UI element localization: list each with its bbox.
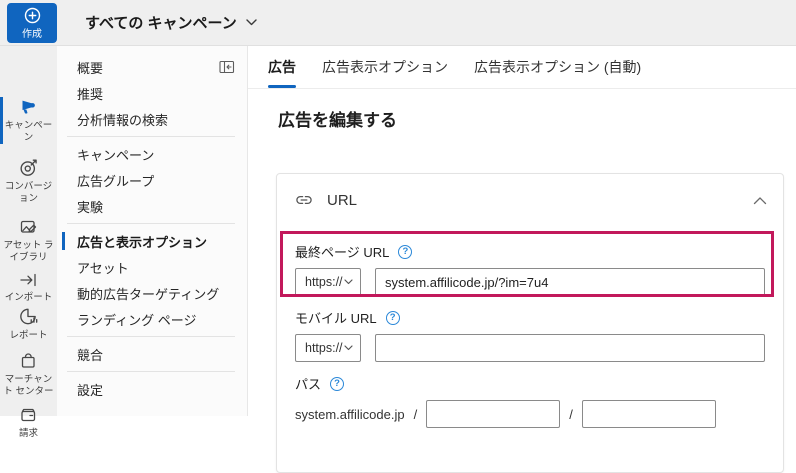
help-icon[interactable]: ?	[385, 310, 400, 325]
protocol-value: https://	[305, 341, 343, 355]
report-chart-icon	[20, 308, 38, 325]
create-button-label: 作成	[22, 28, 42, 40]
nav-item-dynamic-ad-targets[interactable]: 動的広告ターゲティング	[57, 280, 247, 306]
nav-item-recommendations[interactable]: 推奨	[57, 80, 247, 106]
path-separator: /	[413, 406, 418, 422]
nav-item-label: キャンペーン	[77, 147, 155, 163]
campaign-selector-label: すべての キャンペーン	[85, 15, 237, 32]
circle-plus-icon	[24, 7, 40, 23]
rail-item-import[interactable]: インポート	[0, 271, 57, 304]
path-separator: /	[569, 406, 573, 422]
nav-item-label: 実験	[77, 199, 104, 215]
chevron-down-icon	[344, 345, 353, 351]
path-base-domain: system.affilicode.jp	[295, 406, 405, 422]
mobile-url-label: モバイル URL	[295, 311, 377, 326]
path1-input[interactable]	[426, 400, 561, 428]
top-bar: 作成 すべての キャンペーン	[0, 0, 796, 46]
rail-item-reports[interactable]: レポート	[0, 306, 57, 342]
rail-item-label: コンバージョン	[4, 181, 53, 204]
tab-ad-extensions-auto[interactable]: 広告表示オプション (自動)	[474, 45, 641, 88]
tab-ad-extensions[interactable]: 広告表示オプション	[322, 45, 448, 88]
chevron-down-icon	[246, 19, 257, 26]
nav-item-label: 動的広告ターゲティング	[77, 286, 220, 302]
chevron-up-icon[interactable]	[753, 196, 767, 205]
secondary-nav: 概要 推奨 分析情報の検索 キャンペーン 広告グループ 実験 広告と表示オプショ…	[57, 45, 248, 416]
rail-item-conversions[interactable]: コンバージョン	[0, 157, 57, 205]
nav-item-competition[interactable]: 競合	[57, 341, 247, 367]
nav-divider	[67, 223, 235, 224]
final-url-input[interactable]	[375, 268, 765, 296]
nav-item-label: 概要	[77, 60, 104, 76]
nav-item-ads-and-extensions[interactable]: 広告と表示オプション	[57, 228, 247, 254]
asset-library-icon	[20, 220, 37, 233]
tab-label: 広告表示オプション	[322, 58, 448, 75]
url-card-fields: 最終ページ URL ? https:// モバイル URL ? htt	[277, 242, 783, 428]
mobile-url-protocol-select[interactable]: https://	[295, 334, 361, 362]
rail-item-label: レポート	[9, 330, 48, 341]
nav-item-campaigns[interactable]: キャンペーン	[57, 141, 247, 167]
nav-item-overview[interactable]: 概要	[57, 54, 247, 80]
link-icon	[296, 195, 312, 205]
nav-item-ad-groups[interactable]: 広告グループ	[57, 167, 247, 193]
nav-item-label: 広告と表示オプション	[77, 234, 208, 250]
page-title: 広告を編集する	[278, 111, 397, 130]
create-button[interactable]: 作成	[7, 3, 57, 43]
nav-item-experiments[interactable]: 実験	[57, 193, 247, 219]
megaphone-icon	[22, 100, 35, 114]
url-card: URL 最終ページ URL ? https:// system.affilico…	[276, 173, 784, 473]
rail-item-label: インポート	[4, 292, 53, 303]
nav-item-label: 競合	[77, 347, 104, 363]
tab-label: 広告	[268, 58, 296, 75]
chevron-down-icon	[344, 279, 353, 285]
nav-item-label: 推奨	[77, 86, 104, 102]
rail-item-label: 請求	[18, 428, 38, 439]
final-url-protocol-select[interactable]: https://	[295, 268, 361, 296]
nav-item-label: 設定	[77, 382, 104, 398]
path-label-row: パス ?	[295, 374, 765, 393]
tab-label: 広告表示オプション (自動)	[474, 58, 642, 75]
nav-item-insights-search[interactable]: 分析情報の検索	[57, 106, 247, 132]
nav-item-landing-pages[interactable]: ランディング ページ	[57, 306, 247, 332]
rail-item-label: アセット ライブラリ	[3, 240, 54, 263]
mobile-url-input[interactable]	[375, 334, 765, 362]
main-content: 広告 広告表示オプション 広告表示オプション (自動) 広告を編集する URL …	[248, 45, 796, 473]
help-icon[interactable]: ?	[398, 244, 413, 259]
nav-item-label: 分析情報の検索	[77, 112, 169, 128]
final-url-label-row: 最終ページ URL ?	[295, 242, 765, 261]
nav-item-assets[interactable]: アセット	[57, 254, 247, 280]
rail-item-billing[interactable]: 請求	[0, 405, 57, 440]
mobile-url-label-row: モバイル URL ?	[295, 308, 765, 327]
protocol-value: https://	[305, 275, 343, 289]
path-row: system.affilicode.jp / /	[295, 400, 765, 428]
left-rail: キャンペーン コンバージョン アセット ライブラリ インポート レポート マーチ…	[0, 45, 57, 439]
nav-divider	[67, 136, 235, 137]
tab-bar: 広告 広告表示オプション 広告表示オプション (自動)	[248, 45, 796, 89]
nav-item-settings[interactable]: 設定	[57, 376, 247, 402]
final-url-row: https://	[295, 268, 765, 296]
mobile-url-row: https://	[295, 334, 765, 362]
rail-item-label: キャンペーン	[4, 120, 53, 143]
nav-item-label: 広告グループ	[77, 173, 155, 189]
campaign-selector[interactable]: すべての キャンペーン	[85, 0, 257, 45]
wallet-icon	[21, 408, 36, 422]
import-arrow-icon	[20, 273, 36, 287]
url-card-title: URL	[327, 191, 358, 209]
shopping-bag-icon	[21, 353, 35, 368]
collapse-panel-icon[interactable]	[219, 60, 235, 74]
path2-input[interactable]	[581, 400, 716, 428]
url-card-header[interactable]: URL	[277, 174, 783, 222]
target-icon	[20, 159, 37, 176]
rail-item-merchant-center[interactable]: マーチャント センター	[0, 351, 57, 398]
rail-item-campaigns[interactable]: キャンペーン	[0, 97, 57, 144]
nav-divider	[67, 371, 235, 372]
help-icon[interactable]: ?	[330, 376, 345, 391]
path-label: パス	[295, 377, 322, 392]
nav-divider	[67, 336, 235, 337]
rail-item-asset-library[interactable]: アセット ライブラリ	[0, 217, 57, 264]
tab-ads[interactable]: 広告	[268, 45, 296, 88]
final-url-label: 最終ページ URL	[295, 245, 390, 260]
nav-item-label: ランディング ページ	[77, 312, 197, 328]
rail-item-label: マーチャント センター	[3, 374, 54, 397]
nav-item-label: アセット	[77, 260, 129, 276]
